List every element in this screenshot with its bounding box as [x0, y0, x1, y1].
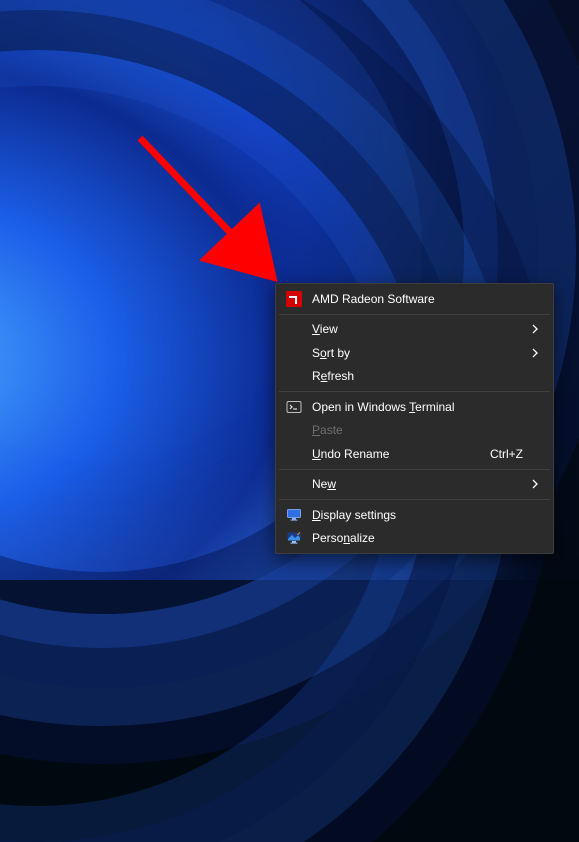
menu-item-undo-rename[interactable]: Undo Rename Ctrl+Z — [278, 442, 551, 466]
menu-separator — [279, 469, 550, 470]
menu-separator — [279, 499, 550, 500]
desktop-context-menu: AMD Radeon Software View Sort by Refresh — [275, 283, 554, 554]
menu-item-refresh[interactable]: Refresh — [278, 365, 551, 389]
personalize-icon — [286, 530, 302, 546]
chevron-right-icon — [531, 322, 539, 336]
menu-item-label: Display settings — [312, 508, 523, 522]
menu-item-new[interactable]: New — [278, 473, 551, 497]
menu-item-open-terminal[interactable]: Open in Windows Terminal — [278, 395, 551, 419]
amd-icon — [286, 291, 302, 307]
menu-item-sort-by[interactable]: Sort by — [278, 341, 551, 365]
terminal-icon — [286, 399, 302, 415]
menu-item-shortcut: Ctrl+Z — [490, 447, 523, 461]
menu-item-display-settings[interactable]: Display settings — [278, 503, 551, 527]
menu-separator — [279, 391, 550, 392]
menu-separator — [279, 314, 550, 315]
menu-item-label: Paste — [312, 423, 523, 437]
menu-item-label: View — [312, 322, 523, 336]
menu-item-label: Sort by — [312, 346, 523, 360]
chevron-right-icon — [531, 346, 539, 360]
menu-item-label: Refresh — [312, 369, 523, 383]
menu-item-label: AMD Radeon Software — [312, 292, 523, 306]
display-icon — [286, 507, 302, 523]
menu-item-label: Personalize — [312, 531, 523, 545]
menu-item-personalize[interactable]: Personalize — [278, 527, 551, 551]
menu-item-label: Undo Rename — [312, 447, 490, 461]
menu-item-view[interactable]: View — [278, 318, 551, 342]
menu-item-label: New — [312, 477, 523, 491]
chevron-right-icon — [531, 477, 539, 491]
menu-item-paste: Paste — [278, 419, 551, 443]
menu-item-label: Open in Windows Terminal — [312, 400, 523, 414]
menu-item-amd-radeon-software[interactable]: AMD Radeon Software — [278, 287, 551, 311]
